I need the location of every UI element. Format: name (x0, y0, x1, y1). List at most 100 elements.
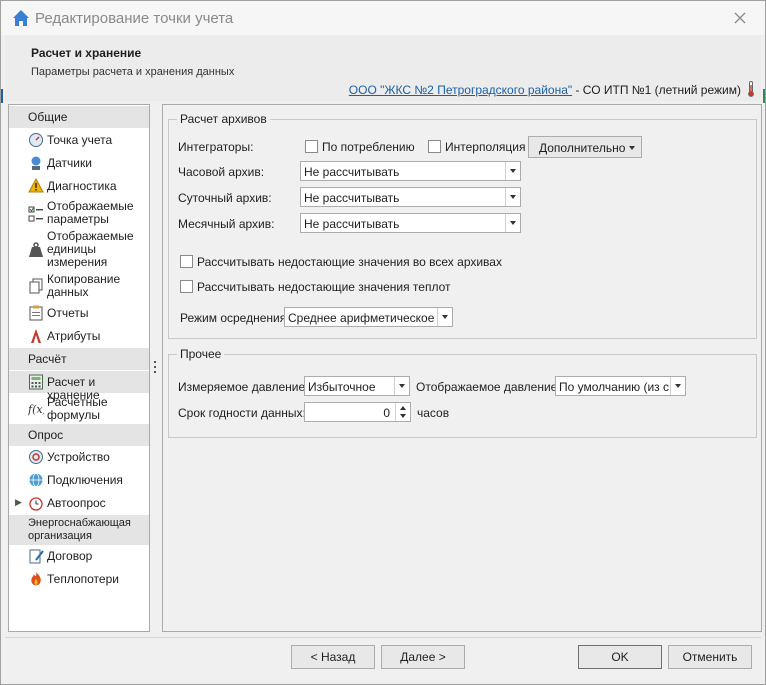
sidebar-item-reports[interactable]: Отчеты (9, 303, 149, 323)
shelf-life-unit: часов (417, 406, 450, 420)
sidebar-item-label: Атрибуты (47, 329, 101, 343)
display-pressure-label: Отображаемое давление: (416, 380, 561, 394)
back-button[interactable]: < Назад (291, 645, 375, 669)
other-group-title: Прочее (177, 347, 225, 361)
calc-missing-heatloss-label: Рассчитывать недостающие значения теплот (197, 280, 451, 294)
weight-icon (29, 242, 43, 257)
checklist-icon (28, 206, 43, 222)
close-icon (734, 12, 746, 24)
sidebar-item-label: Договор (47, 549, 93, 563)
hourly-archive-value: Не рассчитывать (304, 165, 400, 179)
org-link[interactable]: ООО "ЖКС №2 Петроградского района" (349, 83, 572, 97)
clipboard-icon (29, 305, 43, 321)
chevron-down-icon (437, 308, 452, 326)
sidebar-item-display-params[interactable]: Отображаемые параметры (9, 198, 149, 228)
contract-icon (29, 549, 44, 564)
meter-point-icon (29, 133, 43, 147)
sidebar-item-heat-loss[interactable]: Теплопотери (9, 569, 149, 589)
calc-missing-heatloss-checkbox[interactable] (180, 280, 193, 293)
pressure-label: Измеряемое давление: (178, 380, 309, 394)
sidebar-item-display-units[interactable]: Отображаемые единицы измерения (9, 229, 149, 271)
title-bar: Редактирование точки учета (1, 1, 765, 35)
integrators-label: Интеграторы: (178, 140, 254, 154)
sidebar-item-sensors[interactable]: Датчики (9, 153, 149, 173)
display-pressure-value: По умолчанию (из с... (559, 380, 669, 394)
calc-missing-all-label: Рассчитывать недостающие значения во все… (197, 255, 502, 269)
sidebar-item-label: Копирование данных (47, 272, 121, 299)
sidebar-item-meter-point[interactable]: Точка учета (9, 130, 149, 150)
sidebar: Общие Точка учета Датчики Диагностика От… (8, 104, 150, 632)
archives-group-title: Расчет архивов (177, 112, 270, 126)
pressure-select[interactable]: Избыточное (304, 376, 410, 396)
sidebar-item-diagnostics[interactable]: Диагностика (9, 176, 149, 196)
monthly-archive-value: Не рассчитывать (304, 217, 400, 231)
org-suffix: - СО ИТП №1 (летний режим) (572, 83, 741, 97)
by-consumption-label: По потреблению (322, 140, 415, 154)
right-edge-mark (763, 89, 765, 103)
expand-arrow-icon[interactable]: ▶ (15, 497, 22, 508)
sidebar-item-label: Отчеты (47, 306, 89, 320)
cancel-button[interactable]: Отменить (668, 645, 752, 669)
sidebar-item-label: Точка учета (47, 133, 113, 147)
close-button[interactable] (729, 7, 751, 29)
page-title: Расчет и хранение (31, 46, 142, 60)
sidebar-item-label: Устройство (47, 450, 110, 464)
stepper-up-icon[interactable] (395, 403, 410, 412)
shelf-life-value: 0 (383, 406, 390, 420)
sensor-icon (31, 156, 41, 170)
window-title: Редактирование точки учета (35, 10, 234, 27)
calc-missing-all-checkbox[interactable] (180, 255, 193, 268)
sidebar-item-label: Датчики (47, 156, 92, 170)
page-header: Расчет и хранение Параметры расчета и хр… (5, 35, 761, 101)
sidebar-item-calc-storage[interactable]: Расчет и хранение (9, 371, 149, 402)
chevron-down-icon (505, 214, 520, 232)
sidebar-item-formulas[interactable]: f(x) Расчётные формулы (9, 395, 149, 423)
sidebar-item-contract[interactable]: Договор (9, 546, 149, 566)
sidebar-item-label: Подключения (47, 473, 123, 487)
chevron-down-icon (505, 162, 520, 180)
shelf-life-stepper[interactable]: 0 (304, 402, 411, 422)
by-consumption-checkbox[interactable] (305, 140, 318, 153)
averaging-label: Режим осреднения: (180, 311, 290, 325)
splitter-handle[interactable] (153, 361, 157, 377)
flame-icon (31, 572, 41, 586)
footer-divider (5, 637, 761, 638)
copy-icon (29, 278, 43, 294)
attributes-icon (31, 329, 41, 343)
averaging-select[interactable]: Среднее арифметическое (284, 307, 453, 327)
ok-button[interactable]: OK (578, 645, 662, 669)
sidebar-item-autopoll[interactable]: ▶ Автоопрос (9, 493, 149, 513)
interpolation-label: Интерполяция (445, 140, 526, 154)
alarm-clock-icon (29, 497, 43, 511)
sidebar-group-general: Общие (9, 106, 149, 128)
sidebar-item-device[interactable]: Устройство (9, 447, 149, 467)
shelf-life-label: Срок годности данных: (178, 406, 306, 420)
sidebar-item-connections[interactable]: Подключения (9, 470, 149, 490)
daily-archive-value: Не рассчитывать (304, 191, 400, 205)
chevron-down-icon (629, 146, 635, 150)
page-subtitle: Параметры расчета и хранения данных (31, 66, 235, 78)
svg-text:f(x): f(x) (28, 403, 44, 416)
daily-archive-label: Суточный архив: (178, 191, 272, 205)
globe-icon (29, 473, 43, 487)
stepper-down-icon[interactable] (395, 412, 410, 421)
sidebar-item-attributes[interactable]: Атрибуты (9, 326, 149, 346)
sidebar-item-label: Теплопотери (47, 572, 119, 586)
next-button[interactable]: Далее > (381, 645, 465, 669)
pressure-value: Избыточное (308, 380, 376, 394)
hourly-archive-select[interactable]: Не рассчитывать (300, 161, 521, 181)
daily-archive-select[interactable]: Не рассчитывать (300, 187, 521, 207)
sidebar-item-label: Расчётные формулы (47, 395, 108, 422)
chevron-down-icon (505, 188, 520, 206)
interpolation-checkbox[interactable] (428, 140, 441, 153)
sidebar-item-copy-data[interactable]: Копирование данных (9, 272, 149, 300)
monthly-archive-select[interactable]: Не рассчитывать (300, 213, 521, 233)
content-panel: Расчет архивов Интеграторы: По потреблен… (162, 104, 762, 632)
function-icon: f(x) (28, 403, 44, 416)
display-pressure-select[interactable]: По умолчанию (из с... (555, 376, 686, 396)
averaging-value: Среднее арифметическое (288, 311, 435, 325)
sidebar-group-energy-supplier: Энергоснабжающая организация (9, 515, 149, 545)
extra-dropdown-button[interactable]: Дополнительно (528, 136, 642, 158)
device-icon (29, 450, 43, 464)
sidebar-item-label: Диагностика (47, 179, 117, 193)
